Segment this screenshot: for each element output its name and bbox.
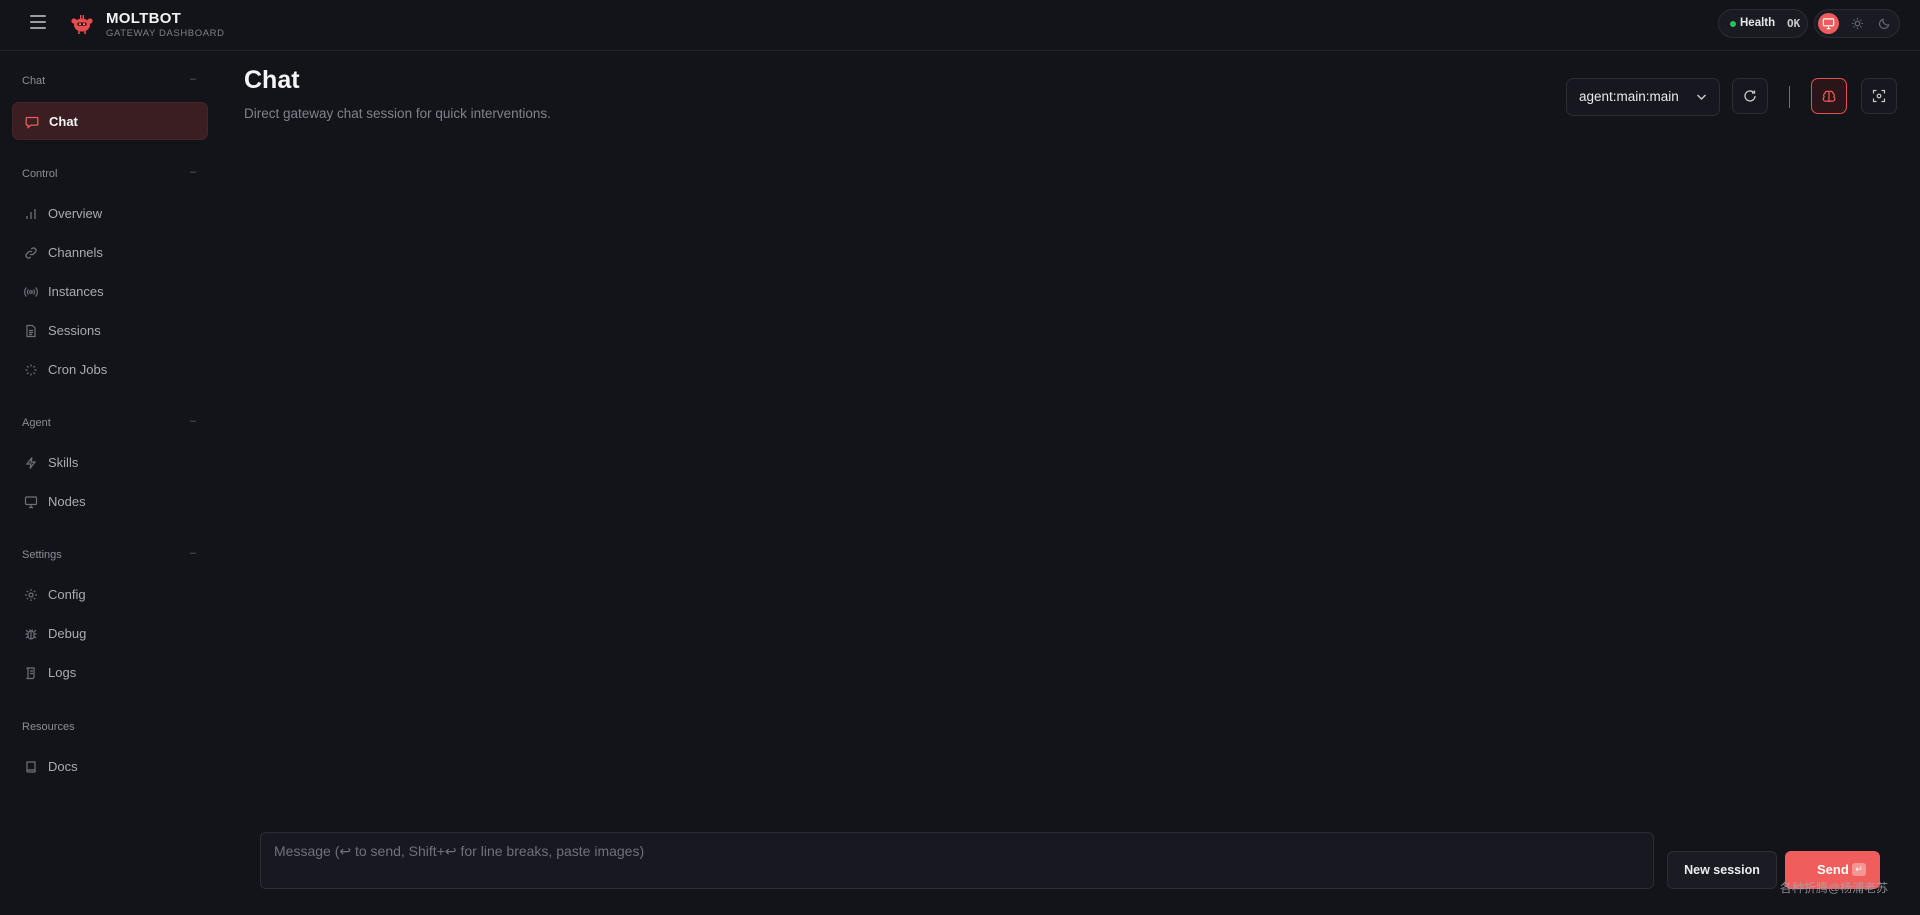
book-icon [26,761,36,773]
sidebar-item-nodes[interactable]: Nodes [12,483,208,521]
scroll-icon [26,667,35,680]
theme-switcher [1814,9,1900,38]
focus-mode-button[interactable] [1861,78,1897,114]
page-title: Chat [244,66,300,94]
health-label: Health [1740,17,1776,29]
sidebar-item-label: Debug [48,626,87,641]
health-status-badge: Health OK [1718,9,1808,38]
focus-icon [1872,89,1886,103]
sidebar-item-config[interactable]: Config [12,576,208,614]
radio-icon [24,287,38,297]
app-subtitle: GATEWAY DASHBOARD [106,28,225,39]
theme-light-button[interactable] [1847,13,1868,34]
sidebar-item-overview[interactable]: Overview [12,195,208,233]
theme-system-button[interactable] [1818,13,1839,34]
thinking-toggle-button[interactable] [1811,78,1847,114]
sidebar-item-instances[interactable]: Instances [12,273,208,311]
section-collapse-settings[interactable]: – [190,547,196,559]
section-header-settings: Settings [22,549,62,561]
gear-icon [25,589,37,601]
monitor-icon [24,496,38,509]
sidebar-item-label: Sessions [48,323,101,338]
refresh-icon [1744,90,1756,102]
sidebar: Chat – Chat Control – Overview Channels … [0,51,220,915]
sidebar-item-label: Skills [48,455,79,470]
sidebar-item-label: Logs [48,665,77,680]
sidebar-item-channels[interactable]: Channels [12,234,208,272]
menu-icon[interactable] [30,15,46,29]
top-bar: MOLTBOT GATEWAY DASHBOARD Health OK [0,0,1920,51]
document-icon [26,324,36,338]
enter-key-icon: ↵ [1852,863,1866,876]
theme-dark-button[interactable] [1874,13,1895,34]
sidebar-item-skills[interactable]: Skills [12,444,208,482]
sidebar-item-debug[interactable]: Debug [12,615,208,653]
refresh-button[interactable] [1732,78,1768,114]
bug-icon [25,629,37,640]
toolbar-divider [1789,86,1790,108]
moon-icon [1878,18,1890,30]
section-header-resources: Resources [22,721,75,733]
sidebar-item-docs[interactable]: Docs [12,748,208,786]
bar-chart-icon [26,209,36,219]
brain-icon [1822,90,1836,102]
session-select[interactable]: agent:main:main [1566,78,1720,116]
section-collapse-control[interactable]: – [190,166,196,178]
new-session-button[interactable]: New session [1667,851,1777,889]
health-dot-icon [1730,21,1736,27]
section-collapse-chat[interactable]: – [190,73,196,85]
watermark: 各种折腾@杨浦老苏 [1780,881,1889,895]
sidebar-item-label: Config [48,587,86,602]
sidebar-item-label: Chat [49,114,78,129]
moltbot-logo [71,15,93,34]
sidebar-item-cron-jobs[interactable]: Cron Jobs [12,351,208,389]
section-header-control: Control [22,168,58,180]
link-icon [25,247,37,259]
sidebar-item-label: Docs [48,759,78,774]
chat-bubble-icon [25,116,39,129]
sun-icon [1851,17,1864,30]
sidebar-item-label: Nodes [48,494,86,509]
section-header-chat: Chat [22,75,46,87]
loader-icon [25,364,37,376]
sidebar-item-label: Channels [48,245,103,260]
section-header-agent: Agent [22,417,51,429]
session-select-value: agent:main:main [1579,89,1679,104]
page-subtitle: Direct gateway chat session for quick in… [244,106,551,121]
health-value: OK [1787,17,1801,30]
sidebar-item-label: Instances [48,284,104,299]
sidebar-item-label: Cron Jobs [48,362,108,377]
sidebar-item-label: Overview [48,206,103,221]
sidebar-item-logs[interactable]: Logs [12,654,208,692]
sidebar-item-chat[interactable]: Chat [12,102,208,140]
message-input[interactable] [261,833,1653,888]
sidebar-item-sessions[interactable]: Sessions [12,312,208,350]
bolt-icon [25,457,37,469]
section-collapse-agent[interactable]: – [190,415,196,427]
send-label: Send [1817,862,1849,877]
message-composer [260,832,1654,889]
chevron-down-icon [1697,94,1706,100]
monitor-icon [1822,18,1835,30]
app-title: MOLTBOT [106,10,182,27]
